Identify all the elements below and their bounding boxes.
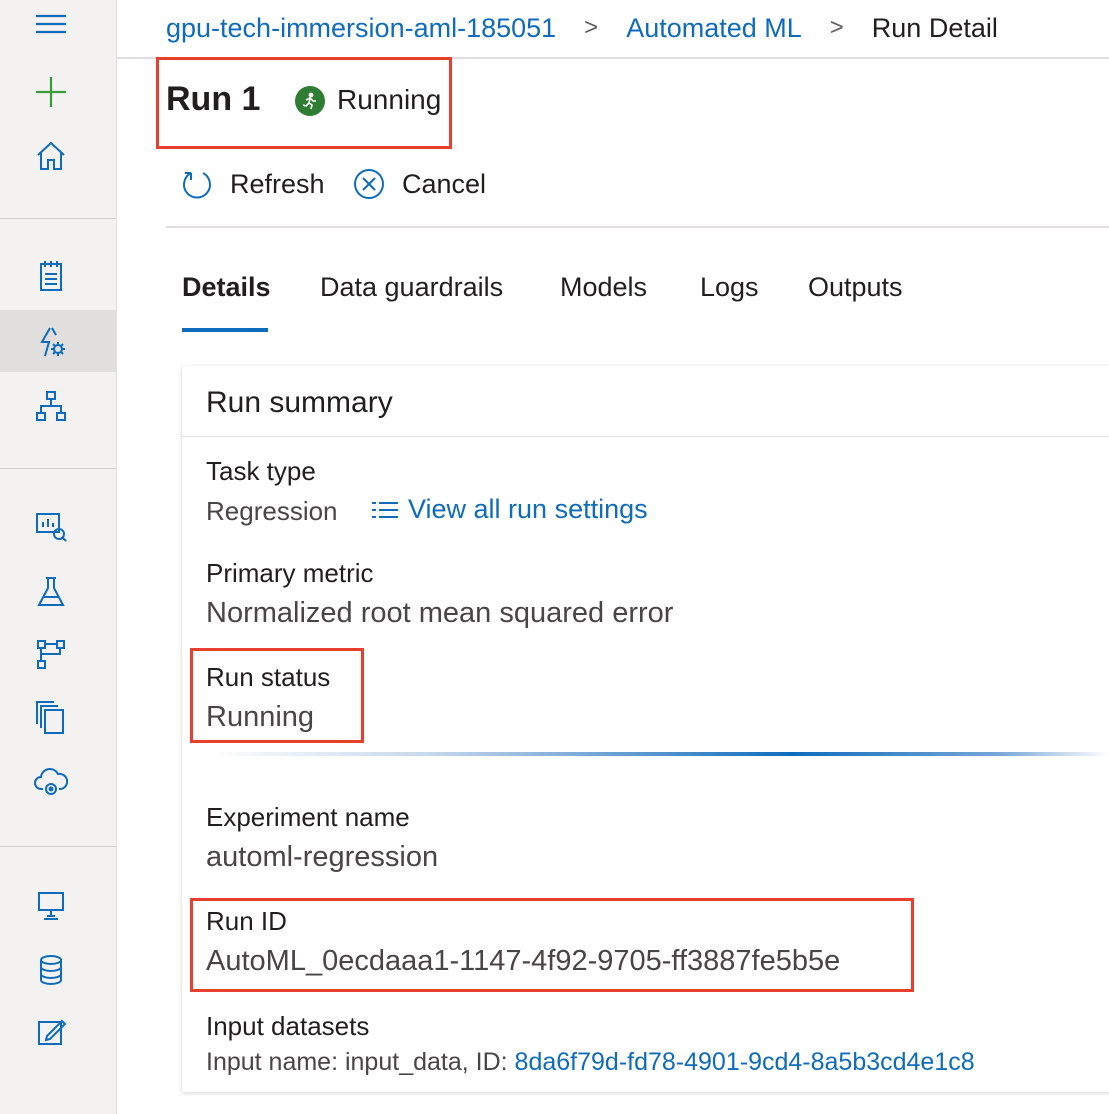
automl-icon[interactable]	[29, 320, 73, 364]
breadcrumb: gpu-tech-immersion-aml-185051 > Automate…	[166, 6, 998, 50]
list-icon	[372, 501, 398, 518]
labeling-icon[interactable]	[29, 1010, 73, 1054]
breadcrumb-current: Run Detail	[871, 12, 998, 43]
tab-logs[interactable]: Logs	[700, 272, 759, 303]
breadcrumb-separator: >	[584, 14, 599, 41]
refresh-button[interactable]: Refresh	[180, 164, 325, 204]
active-tab-indicator	[182, 328, 268, 332]
experiments-icon[interactable]	[29, 570, 73, 614]
datasets-icon[interactable]	[29, 504, 73, 548]
run-status-value: Running	[206, 701, 315, 733]
input-dataset-row: Input name: input_data, ID: 8da6f79d-fd7…	[206, 1048, 975, 1077]
toolbar-divider	[166, 226, 1109, 228]
cancel-button-label: Cancel	[402, 168, 487, 199]
input-dataset-id-link[interactable]: 8da6f79d-fd78-4901-9cd4-8a5b3cd4e1c8	[515, 1048, 975, 1076]
experiment-name-value: automl-regression	[206, 841, 439, 873]
breadcrumb-workspace-link[interactable]: gpu-tech-immersion-aml-185051	[166, 13, 556, 44]
plus-icon[interactable]	[29, 70, 73, 114]
endpoints-icon[interactable]	[29, 760, 73, 804]
compute-icon[interactable]	[29, 884, 73, 928]
refresh-button-label: Refresh	[230, 168, 325, 199]
home-icon[interactable]	[29, 134, 73, 178]
primary-metric-value: Normalized root mean squared error	[206, 597, 674, 629]
view-run-settings-label: View all run settings	[408, 494, 648, 524]
pipelines-icon[interactable]	[29, 632, 73, 676]
models-icon[interactable]	[29, 696, 73, 740]
tab-data-guardrails[interactable]: Data guardrails	[320, 272, 503, 303]
running-status-icon	[295, 86, 325, 116]
card-heading: Run summary	[206, 386, 393, 419]
run-status-label: Run status	[206, 662, 331, 692]
cancel-button[interactable]: Cancel	[352, 164, 486, 204]
card-header-divider	[182, 436, 1109, 437]
view-run-settings-link[interactable]: View all run settings	[370, 494, 648, 525]
tab-outputs[interactable]: Outputs	[808, 272, 903, 303]
datastores-icon[interactable]	[29, 948, 73, 992]
breadcrumb-automl-link[interactable]: Automated ML	[626, 13, 802, 44]
primary-metric-label: Primary metric	[206, 558, 374, 588]
rail-divider	[0, 468, 116, 469]
status-badge: Running	[337, 84, 442, 115]
run-id-label: Run ID	[206, 906, 287, 936]
input-dataset-prefix: Input name: input_data, ID:	[206, 1048, 508, 1076]
tab-details[interactable]: Details	[182, 272, 271, 303]
task-type-label: Task type	[206, 456, 316, 486]
rail-divider	[0, 218, 116, 219]
run-progress-bar	[206, 752, 1109, 756]
hamburger-icon[interactable]	[29, 2, 73, 46]
cancel-icon	[354, 169, 384, 199]
breadcrumb-separator: >	[829, 14, 844, 41]
refresh-icon	[183, 172, 211, 199]
experiment-name-label: Experiment name	[206, 802, 410, 832]
rail-divider	[0, 846, 116, 847]
task-type-value: Regression	[206, 496, 338, 526]
notebook-icon[interactable]	[29, 254, 73, 298]
tab-models[interactable]: Models	[560, 272, 647, 303]
input-datasets-label: Input datasets	[206, 1011, 370, 1041]
page-title: Run 1	[166, 80, 261, 118]
run-id-value: AutoML_0ecdaaa1-1147-4f92-9705-ff3887fe5…	[206, 945, 841, 977]
left-nav-rail	[0, 0, 117, 1114]
designer-icon[interactable]	[29, 384, 73, 428]
